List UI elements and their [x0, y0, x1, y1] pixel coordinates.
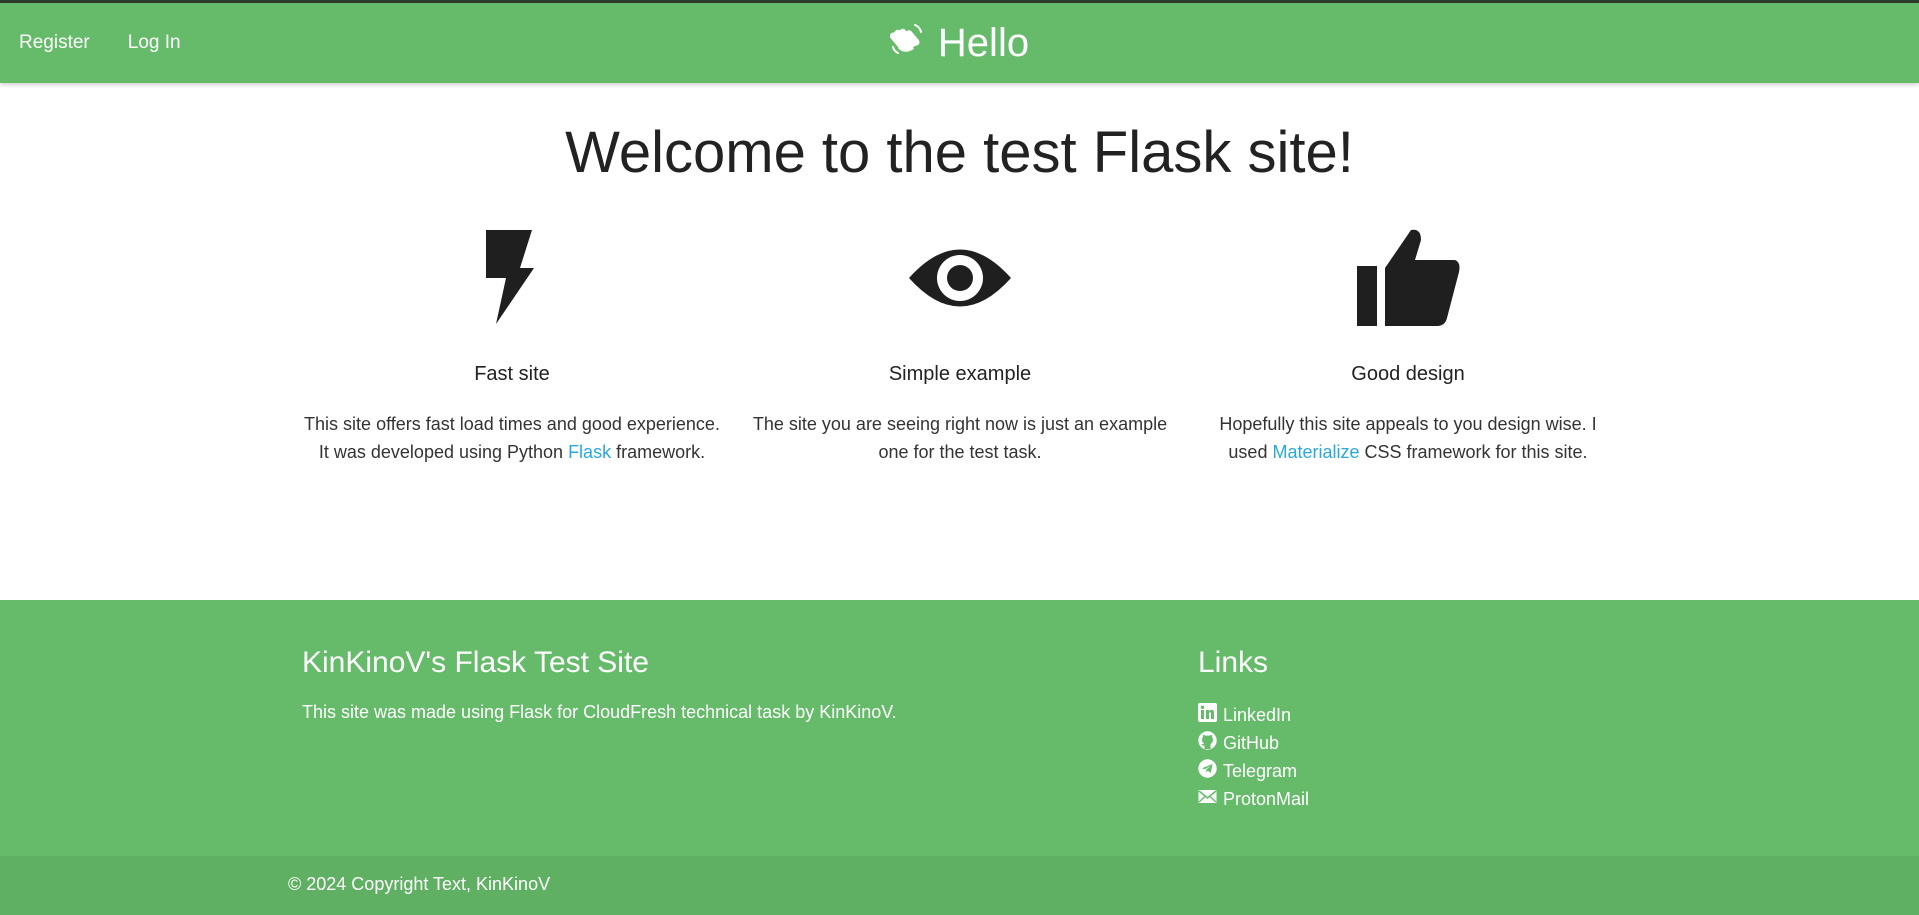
feature-title: Simple example: [888, 363, 1032, 385]
eye-icon: [750, 223, 1170, 333]
linkedin-link[interactable]: LinkedIn: [1198, 703, 1291, 727]
brand: Hello: [0, 3, 1919, 83]
feature-fast-site: Fast site This site offers fast load tim…: [302, 223, 722, 466]
feature-title: Good design: [1351, 363, 1465, 385]
flask-link[interactable]: Flask: [568, 442, 611, 462]
telegram-icon: [1198, 759, 1217, 783]
thumbs-up-icon: [1198, 223, 1618, 333]
link-label: ProtonMail: [1223, 788, 1310, 809]
footer: KinKinoV's Flask Test Site This site was…: [0, 600, 1919, 915]
feature-text-part: CSS framework for this site.: [1359, 442, 1588, 462]
github-link[interactable]: GitHub: [1198, 731, 1279, 755]
main-content: Welcome to the test Flask site! Fast sit…: [0, 83, 1919, 600]
brand-title[interactable]: Hello: [938, 21, 1029, 66]
list-item: LinkedIn: [1198, 701, 1309, 729]
linkedin-icon: [1198, 703, 1217, 727]
feature-text: The site you are seeing right now is jus…: [752, 414, 1168, 462]
login-link[interactable]: Log In: [128, 32, 181, 54]
feature-text: This site offers fast load times and goo…: [302, 410, 722, 466]
link-label: LinkedIn: [1223, 704, 1292, 725]
feature-text: Hopefully this site appeals to you desig…: [1198, 410, 1618, 466]
links-title: Links: [1198, 646, 1269, 679]
feature-text-part: framework.: [611, 442, 706, 462]
nav-links: Register Log In: [19, 3, 181, 83]
waving-hand-icon: [889, 21, 924, 66]
copyright-text: © 2024 Copyright Text, KinKinoV: [288, 874, 551, 894]
feature-good-design: Good design Hopefully this site appeals …: [1198, 223, 1618, 466]
flash-icon: [302, 223, 722, 333]
register-link[interactable]: Register: [19, 32, 90, 54]
navbar: Register Log In Hello: [0, 3, 1919, 83]
protonmail-link[interactable]: ProtonMail: [1198, 787, 1309, 811]
links-list: LinkedIn GitHub Telegram ProtonMail: [1198, 701, 1309, 813]
link-label: Telegram: [1223, 760, 1298, 781]
telegram-link[interactable]: Telegram: [1198, 759, 1297, 783]
list-item: Telegram: [1198, 757, 1309, 785]
github-icon: [1198, 731, 1217, 755]
feature-title: Fast site: [474, 363, 550, 385]
footer-text: This site was made using Flask for Cloud…: [302, 702, 897, 722]
link-label: GitHub: [1223, 732, 1280, 753]
list-item: ProtonMail: [1198, 785, 1309, 813]
copyright-bar: © 2024 Copyright Text, KinKinoV: [0, 856, 1919, 915]
protonmail-icon: [1198, 787, 1217, 811]
materialize-link[interactable]: Materialize: [1272, 442, 1359, 462]
footer-title: KinKinoV's Flask Test Site: [302, 646, 649, 679]
feature-simple-example: Simple example The site you are seeing r…: [750, 223, 1170, 466]
list-item: GitHub: [1198, 729, 1309, 757]
page-title: Welcome to the test Flask site!: [565, 120, 1354, 185]
